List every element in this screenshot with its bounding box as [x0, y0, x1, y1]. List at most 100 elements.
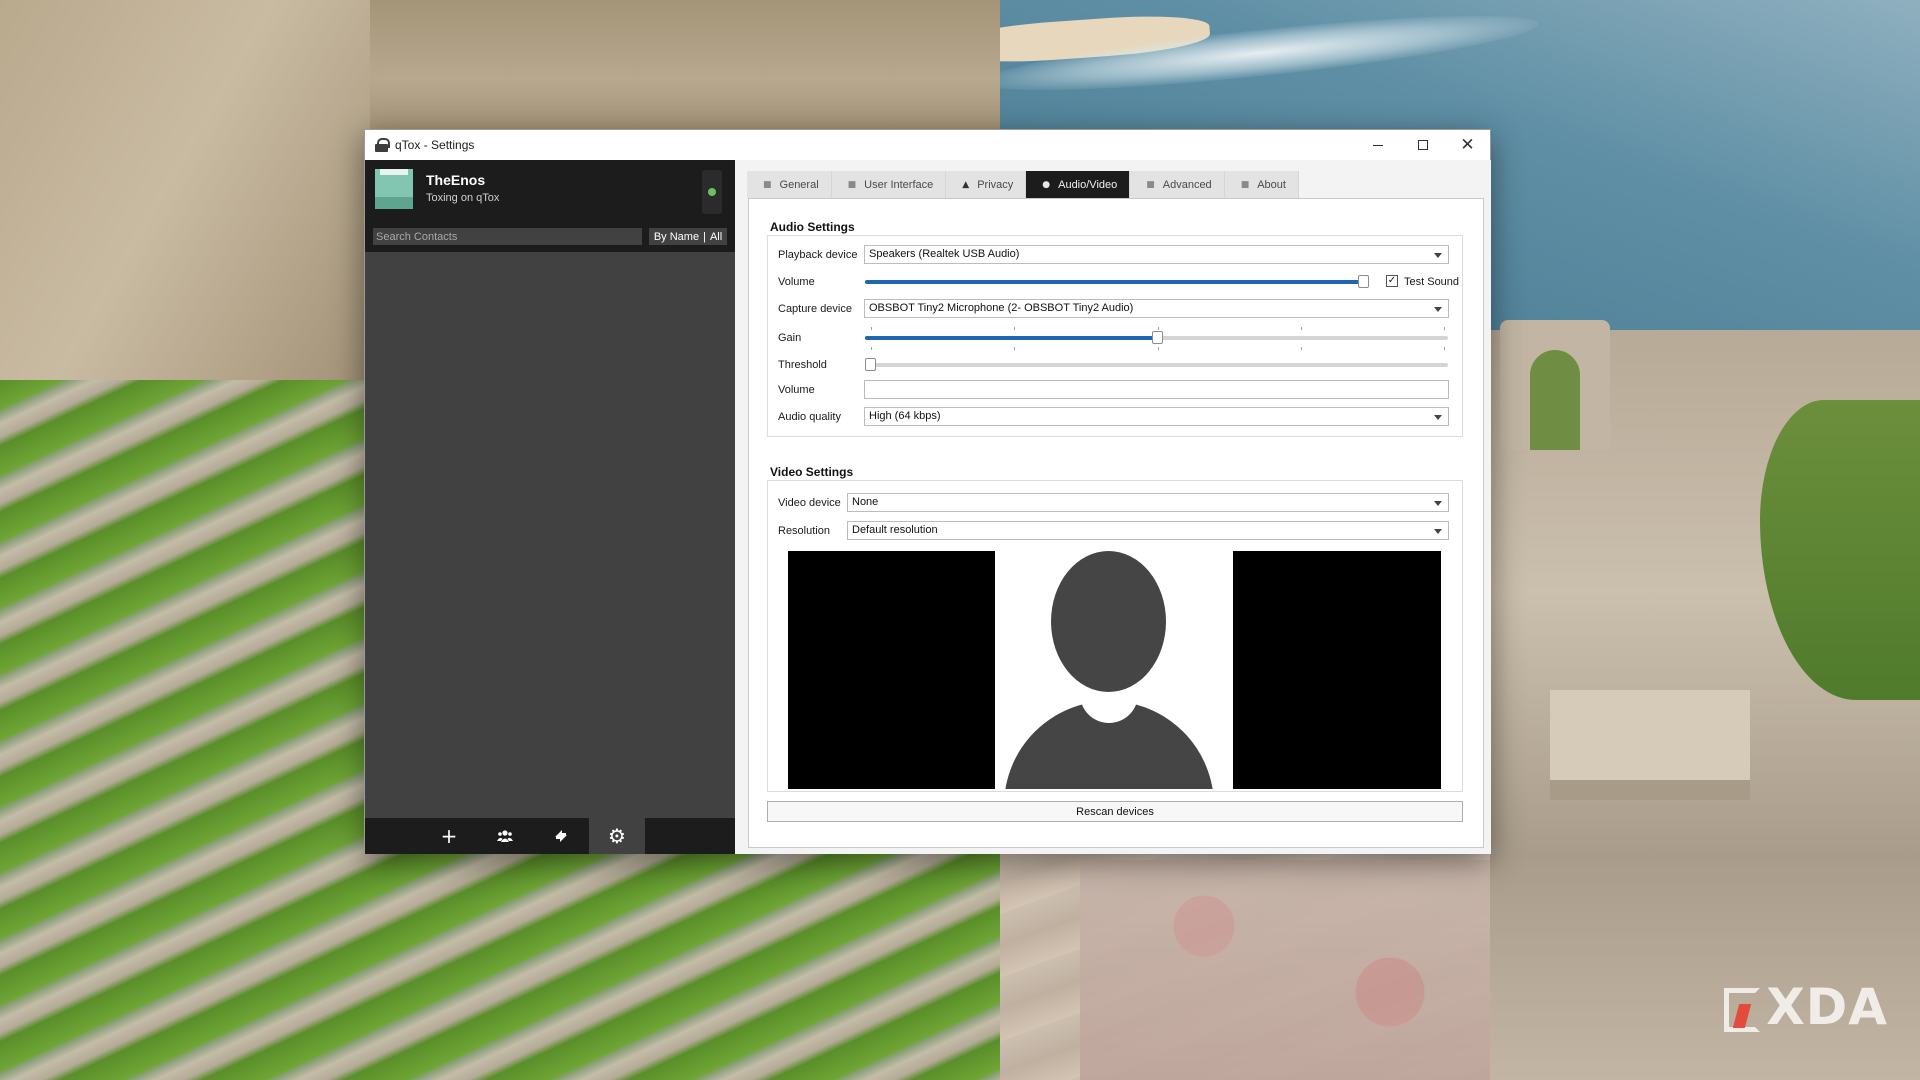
gain-tick [871, 327, 872, 330]
transfer-icon [555, 830, 567, 842]
gain-fill [865, 336, 1157, 340]
chevron-down-icon [1434, 253, 1442, 258]
audio-settings-title: Audio Settings [770, 220, 855, 234]
contact-list [365, 252, 735, 818]
group-icon [497, 830, 513, 842]
video-device-value: None [852, 496, 879, 508]
contact-filter-button[interactable]: By Name | All [649, 228, 727, 245]
threshold-slider[interactable] [865, 358, 1448, 371]
gain-tick [1158, 347, 1159, 350]
tab-advanced[interactable]: ■ Advanced [1130, 171, 1225, 198]
audio-quality-value: High (64 kbps) [869, 410, 941, 422]
gain-tick [1444, 347, 1445, 350]
filter-separator: | [703, 230, 706, 243]
gain-handle[interactable] [1152, 331, 1163, 344]
playback-device-label: Playback device [778, 249, 858, 261]
contact-panel: TheEnos Toxing on qTox By Name | All + [365, 160, 735, 854]
gain-tick [871, 347, 872, 350]
playback-device-value: Speakers (Realtek USB Audio) [869, 248, 1020, 260]
capture-device-value: OBSBOT Tiny2 Microphone (2- OBSBOT Tiny2… [869, 302, 1134, 314]
settings-button[interactable]: ⚙ [589, 818, 645, 854]
filter-sort-label: By Name [653, 230, 700, 243]
wallpaper-stage-block [1550, 690, 1750, 800]
chevron-down-icon [1434, 529, 1442, 534]
tab-user-interface[interactable]: ■ User Interface [831, 171, 947, 198]
resolution-value: Default resolution [852, 524, 938, 536]
gain-label: Gain [778, 332, 802, 344]
tab-audio-video[interactable]: ● Audio/Video [1026, 171, 1131, 198]
advanced-icon: ■ [1146, 179, 1155, 190]
playback-volume-label: Volume [778, 276, 815, 288]
tab-privacy[interactable]: ▲ Privacy [946, 171, 1027, 198]
general-icon: ■ [763, 179, 772, 190]
gain-tick [1444, 327, 1445, 330]
status-message[interactable]: Toxing on qTox [426, 192, 499, 204]
video-device-label: Video device [778, 497, 841, 509]
window-controls: ✕ [1355, 130, 1490, 160]
rescan-devices-button[interactable]: Rescan devices [767, 801, 1463, 822]
audio-video-page: Audio Settings Playback device Speakers … [748, 198, 1484, 848]
settings-panel: ■ General ■ User Interface ▲ Privacy ● Audio… [735, 160, 1491, 854]
video-preview-avatar [1004, 551, 1214, 789]
avatar-head-shape [1051, 551, 1166, 692]
about-icon: ■ [1240, 179, 1250, 190]
minimize-icon [1372, 144, 1383, 146]
video-device-select[interactable]: None [847, 493, 1449, 512]
audio-quality-select[interactable]: High (64 kbps) [864, 407, 1449, 426]
test-sound-checkbox[interactable]: ✓ [1386, 275, 1398, 287]
bottom-toolbar: + ⚙ [365, 818, 735, 854]
gain-tick [1014, 327, 1015, 330]
resolution-label: Resolution [778, 525, 830, 537]
audio-video-icon: ● [1042, 179, 1051, 190]
maximize-button[interactable] [1400, 130, 1445, 160]
playback-volume-slider[interactable] [865, 275, 1369, 288]
close-icon: ✕ [1460, 134, 1475, 155]
tab-label: Audio/Video [1058, 178, 1118, 191]
test-sound-label: Test Sound [1404, 276, 1460, 288]
profile-name[interactable]: TheEnos [426, 172, 485, 188]
capture-device-label: Capture device [778, 303, 852, 315]
tab-label: Privacy [977, 178, 1014, 191]
window-title: qTox - Settings [395, 138, 475, 152]
playback-device-select[interactable]: Speakers (Realtek USB Audio) [864, 245, 1449, 264]
plus-icon: + [440, 824, 458, 848]
lock-app-icon [375, 138, 390, 152]
gain-slider[interactable] [865, 331, 1448, 344]
search-input[interactable] [373, 228, 642, 245]
gain-tick [1301, 327, 1302, 330]
online-status-icon [708, 188, 716, 196]
close-button[interactable]: ✕ [1445, 130, 1490, 160]
group-chat-button[interactable] [477, 818, 533, 854]
settings-tabs: ■ General ■ User Interface ▲ Privacy ● Audio… [747, 171, 1299, 198]
mic-volume-label: Volume [778, 384, 815, 396]
tab-about[interactable]: ■ About [1224, 171, 1299, 198]
title-bar[interactable]: qTox - Settings ✕ [365, 130, 1490, 160]
search-bar: By Name | All [365, 226, 735, 252]
add-friend-button[interactable]: + [421, 818, 477, 854]
threshold-label: Threshold [778, 359, 827, 371]
xda-logo-icon [1722, 984, 1762, 1032]
mic-volume-meter [864, 380, 1449, 399]
qtox-settings-window: qTox - Settings ✕ TheEnos Toxing on qTox… [364, 129, 1491, 854]
video-preview-left [788, 551, 995, 789]
tab-label: User Interface [864, 178, 934, 191]
minimize-button[interactable] [1355, 130, 1400, 160]
video-preview-right [1233, 551, 1441, 789]
tab-label: About [1257, 178, 1286, 191]
capture-device-select[interactable]: OBSBOT Tiny2 Microphone (2- OBSBOT Tiny2… [864, 299, 1449, 318]
avatar[interactable] [375, 169, 413, 209]
status-button[interactable] [702, 170, 722, 214]
playback-volume-handle[interactable] [1358, 275, 1369, 288]
tab-label: Advanced [1162, 178, 1212, 191]
audio-settings-group: Playback device Speakers (Realtek USB Au… [767, 235, 1463, 437]
tab-general[interactable]: ■ General [747, 171, 832, 198]
maximize-icon [1417, 140, 1428, 150]
wallpaper-arch [1500, 320, 1610, 450]
lock-icon: ▲ [962, 179, 970, 190]
video-settings-title: Video Settings [770, 465, 854, 479]
resolution-select[interactable]: Default resolution [847, 521, 1449, 540]
threshold-handle[interactable] [865, 358, 876, 371]
wallpaper-ruins-left [0, 0, 370, 420]
file-transfers-button[interactable] [533, 818, 589, 854]
chevron-down-icon [1434, 415, 1442, 420]
